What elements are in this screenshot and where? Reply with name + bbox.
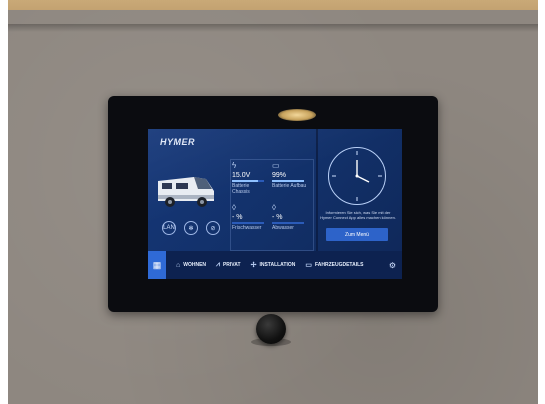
tile-label: Batterie Aufbau <box>272 183 307 189</box>
info-text: Informieren Sie sich, was Sie mit der Hy… <box>320 210 396 220</box>
chart-icon: ⩘ <box>216 261 220 268</box>
camper-icon: ⌂ <box>176 261 181 269</box>
tile-abwasser[interactable]: ◊ - % Abwasser <box>272 203 308 231</box>
brand-logo: HYMER <box>160 137 196 147</box>
tile-value: 99% <box>272 172 287 179</box>
nav-item-label: PRIVAT <box>222 262 241 268</box>
level-bar <box>272 222 304 224</box>
wall-shadow <box>8 24 538 32</box>
nav-item-installation[interactable]: ✢ INSTALLATION <box>251 261 296 269</box>
nav-item-label: FAHRZEUGDETAILS <box>314 262 364 268</box>
status-icons-row: LAN ✻ ⊘ <box>162 221 220 235</box>
home-grid-icon[interactable]: ▦ <box>148 251 166 279</box>
level-bar <box>272 180 304 182</box>
bluetooth-status-icon[interactable]: ✻ <box>184 221 198 235</box>
lan-status-icon[interactable]: LAN <box>162 221 176 235</box>
level-fill <box>272 180 304 182</box>
control-panel-screen: HYMER LAN ✻ ⊘ ϟ 15.0V Batterie Chassis ▭… <box>148 129 402 279</box>
panel-divider <box>316 129 318 251</box>
tile-label: Frischwasser <box>232 225 262 231</box>
tile-battery-aufbau[interactable]: ▭ 99% Batterie Aufbau <box>272 161 308 189</box>
tile-battery-chassis[interactable]: ϟ 15.0V Batterie Chassis <box>232 161 268 195</box>
camper-van-image <box>158 177 214 207</box>
nav-item-label: INSTALLATION <box>259 262 296 268</box>
level-fill <box>232 180 258 182</box>
clock-widget <box>328 147 386 205</box>
tools-icon: ✢ <box>250 262 257 269</box>
clock-face-icon <box>332 151 382 201</box>
nav-item-fahrzeugdetails[interactable]: ▭ FAHRZEUGDETAILS <box>305 261 363 269</box>
tile-value: 15.0V <box>232 172 251 179</box>
control-knob[interactable] <box>256 314 286 344</box>
lightning-icon: ϟ <box>232 161 237 170</box>
bottom-navigation: ▦ ⌂ WOHNEN ⩘ PRIVAT ✢ INSTALLATION ▭ FAH… <box>148 251 402 279</box>
tile-label: Abwasser <box>272 225 294 231</box>
tile-frischwasser[interactable]: ◊ - % Frischwasser <box>232 203 268 231</box>
battery-icon: ▭ <box>272 161 280 170</box>
light-reflection <box>278 109 316 121</box>
nav-item-privat[interactable]: ⩘ PRIVAT <box>216 261 241 269</box>
connection-status-icon[interactable]: ⊘ <box>206 221 220 235</box>
tile-value: - % <box>272 214 283 221</box>
water-drop-icon: ◊ <box>272 203 276 212</box>
nav-item-wohnen[interactable]: ⌂ WOHNEN <box>176 262 206 269</box>
settings-gear-icon[interactable]: ⚙ <box>389 261 396 270</box>
tile-value: - % <box>232 214 243 221</box>
water-drop-icon: ◊ <box>232 203 236 212</box>
menu-button[interactable]: Zum Menü <box>326 228 388 241</box>
level-bar <box>232 180 264 182</box>
vehicle-icon: ▭ <box>305 262 312 269</box>
nav-item-label: WOHNEN <box>183 262 207 268</box>
level-bar <box>232 222 264 224</box>
tile-label: Batterie Chassis <box>232 183 250 195</box>
